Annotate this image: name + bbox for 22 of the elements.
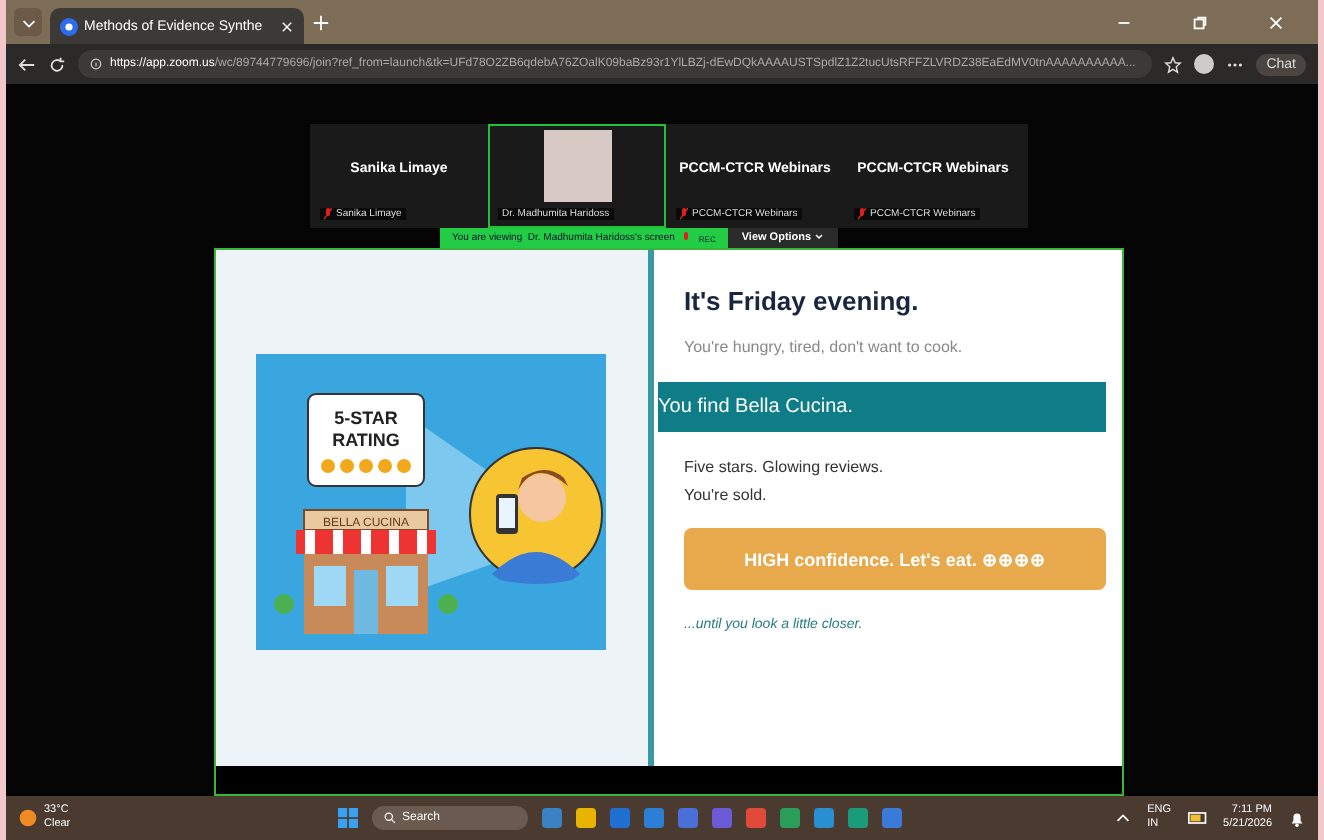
reload-icon[interactable]	[48, 55, 66, 73]
close-icon[interactable]	[280, 19, 295, 33]
highlight-bar: You find Bella Cucina.	[658, 382, 1106, 432]
bell-icon[interactable]	[1288, 809, 1306, 827]
star-icon[interactable]	[1164, 55, 1183, 73]
battery-icon[interactable]	[1187, 812, 1208, 824]
caret-icon[interactable]	[814, 232, 825, 243]
chevron-up-icon[interactable]	[1113, 809, 1132, 827]
video-placeholder	[543, 130, 611, 202]
new-tab-icon[interactable]	[312, 13, 331, 31]
tab-list-button[interactable]	[14, 8, 42, 36]
profile-avatar[interactable]	[1194, 54, 1215, 74]
mic-icon	[682, 232, 691, 244]
confidence-callout: HIGH confidence. Let's eat. ⊕⊕⊕⊕	[684, 528, 1106, 590]
search-icon[interactable]	[384, 812, 396, 824]
back-arrow-icon[interactable]	[18, 55, 36, 73]
slide-text: Five stars. Glowing reviews.	[684, 458, 886, 476]
slide-text: You're sold.	[684, 486, 769, 504]
slide-subtitle: You're hungry, tired, don't want to cook.	[684, 338, 965, 356]
info-icon[interactable]	[90, 58, 102, 70]
windows-logo-icon[interactable]	[338, 808, 358, 828]
slide-title: It's Friday evening.	[684, 286, 921, 316]
